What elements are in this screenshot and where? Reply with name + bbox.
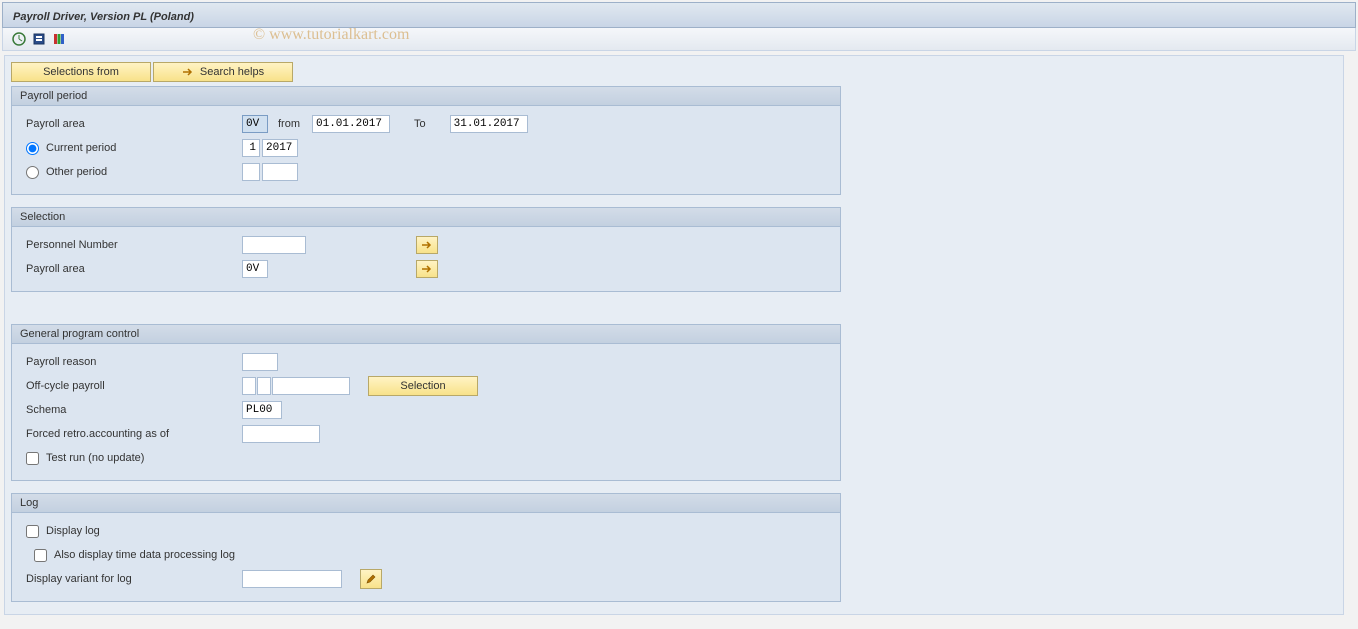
offcycle-input-1[interactable] [242,377,256,395]
selections-from-button[interactable]: Selections from [11,62,151,82]
arrow-right-icon [182,67,194,77]
from-date-input[interactable] [312,115,390,133]
also-time-checkbox[interactable] [34,549,47,562]
payroll-reason-label: Payroll reason [22,356,242,368]
payroll-area-multiple-button[interactable] [416,260,438,278]
other-period-radio[interactable] [26,166,39,179]
group-payroll-period-header: Payroll period [12,87,840,106]
arrow-right-icon [421,264,433,274]
display-log-label: Display log [46,525,100,537]
arrow-right-icon [421,240,433,250]
search-helps-label: Search helps [200,66,264,78]
window-title-bar: Payroll Driver, Version PL (Poland) [2,2,1356,28]
current-period-num-input[interactable] [242,139,260,157]
group-selection-header: Selection [12,208,840,227]
group-log: Log Display log Also display time data p… [11,493,841,602]
current-period-year-input[interactable] [262,139,298,157]
offcycle-label: Off-cycle payroll [22,380,242,392]
group-log-header: Log [12,494,840,513]
selection-payroll-area-label: Payroll area [22,263,242,275]
other-period-num-input[interactable] [242,163,260,181]
forced-retro-input[interactable] [242,425,320,443]
selections-from-label: Selections from [43,66,119,78]
variant-get-icon[interactable] [31,31,47,47]
personnel-number-label: Personnel Number [22,239,242,251]
current-period-radio[interactable] [26,142,39,155]
app-toolbar: © www.tutorialkart.com [2,28,1356,51]
test-run-label: Test run (no update) [46,452,144,464]
payroll-reason-input[interactable] [242,353,278,371]
pencil-icon [365,573,377,585]
display-variant-log-input[interactable] [242,570,342,588]
from-label: from [278,118,300,130]
to-date-input[interactable] [450,115,528,133]
group-selection: Selection Personnel Number Payroll area [11,207,841,292]
selection-payroll-area-input[interactable] [242,260,268,278]
forced-retro-label: Forced retro.accounting as of [22,428,242,440]
schema-input[interactable] [242,401,282,419]
search-helps-button[interactable]: Search helps [153,62,293,82]
to-label: To [414,118,426,130]
group-remuneration: Remuneration statement parameters Displa… [11,614,841,615]
payroll-area-input[interactable] [242,115,268,133]
edit-variant-button[interactable] [360,569,382,589]
group-general-header: General program control [12,325,840,344]
other-period-year-input[interactable] [262,163,298,181]
test-run-checkbox[interactable] [26,452,39,465]
group-general: General program control Payroll reason O… [11,324,841,481]
watermark-text: © www.tutorialkart.com [253,26,409,44]
payroll-area-label: Payroll area [22,118,242,130]
schema-label: Schema [22,404,242,416]
variant-icon[interactable] [51,31,67,47]
offcycle-input-3[interactable] [272,377,350,395]
offcycle-input-2[interactable] [257,377,271,395]
display-variant-log-label: Display variant for log [22,573,242,585]
group-payroll-period: Payroll period Payroll area from To Curr… [11,86,841,195]
display-log-checkbox[interactable] [26,525,39,538]
window-title: Payroll Driver, Version PL (Poland) [13,11,194,23]
offcycle-selection-button[interactable]: Selection [368,376,478,396]
top-button-row: Selections from Search helps [11,62,1337,82]
current-period-label: Current period [46,142,116,154]
personnel-number-input[interactable] [242,236,306,254]
main-content: Selections from Search helps Payroll per… [4,55,1344,615]
personnel-number-multiple-button[interactable] [416,236,438,254]
offcycle-selection-label: Selection [400,380,445,392]
execute-icon[interactable] [11,31,27,47]
also-time-label: Also display time data processing log [54,549,235,561]
other-period-label: Other period [46,166,107,178]
